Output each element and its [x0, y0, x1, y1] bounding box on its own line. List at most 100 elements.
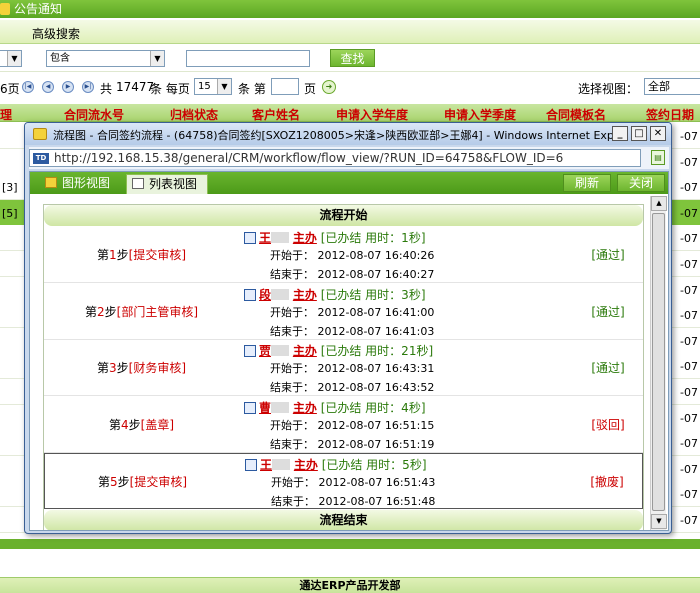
- step-detail: 贾 主办 [已办结 用时：21秒] 开始于： 2012-08-07 16:43:3…: [244, 342, 584, 394]
- step-detail: 段 主办 [已办结 用时：3秒] 开始于： 2012-08-07 16:41:00…: [244, 286, 584, 338]
- tab-bar: 高级搜索: [0, 20, 700, 44]
- step-prefix: 第: [97, 475, 110, 490]
- step-status: [已办结 用时：4秒]: [320, 400, 426, 415]
- handler-role[interactable]: 主办: [293, 344, 317, 358]
- flow-step: 第2步[部门主管审核] 段 主办 [已办结 用时：3秒] 开始于： 2012-08-…: [44, 283, 643, 340]
- step-number: 5: [109, 475, 118, 490]
- scroll-up-icon[interactable]: ▲: [651, 196, 667, 211]
- row-date-cell: -07: [680, 360, 698, 374]
- window-title: 流程图 - 合同签约流程 - (64758)合同签约[SXOZ1208005>宋…: [53, 129, 613, 142]
- step-prefix: 第: [84, 304, 97, 319]
- window-icon: [33, 128, 47, 140]
- prev-page-icon[interactable]: ◀: [42, 81, 54, 93]
- search-button[interactable]: 查找: [330, 49, 375, 67]
- step-end-time: 结束于： 2012-08-07 16:51:48: [271, 495, 436, 509]
- step-suffix: 步: [104, 304, 117, 319]
- column-header[interactable]: 理: [0, 106, 12, 123]
- document-icon: [245, 459, 257, 472]
- row-date-cell: -07: [680, 206, 698, 220]
- close-window-button[interactable]: ✕: [650, 126, 666, 141]
- pager-unit2: 条 第: [238, 82, 266, 96]
- step-handler-line: 王 主办 [已办结 用时：1秒]: [244, 229, 426, 246]
- minimize-button[interactable]: _: [612, 126, 628, 141]
- row-date-cell: -07: [680, 334, 698, 348]
- scrollbar-thumb[interactable]: [652, 213, 665, 511]
- handler-role[interactable]: 主办: [293, 288, 317, 302]
- url-text: http://192.168.15.38/general/CRM/workflo…: [54, 151, 564, 165]
- step-start-time: 开始于： 2012-08-07 16:41:00: [270, 305, 435, 319]
- flow-step: 第4步[盖章] 曹 主办 [已办结 用时：4秒] 开始于： 2012-08-07 1…: [44, 396, 643, 453]
- view-select[interactable]: 全部: [644, 78, 700, 95]
- step-result: [驳回]: [591, 417, 625, 432]
- view-tabs: 图形视图 列表视图 刷新 关闭: [30, 172, 668, 194]
- window-title-bar[interactable]: 流程图 - 合同签约流程 - (64758)合同签约[SXOZ1208005>宋…: [25, 123, 671, 145]
- row-left-cell: [5]: [2, 206, 18, 220]
- step-name: 第4步[盖章]: [44, 416, 239, 433]
- step-start-time: 开始于： 2012-08-07 16:51:15: [270, 418, 435, 432]
- step-suffix: 步: [116, 248, 129, 262]
- step-handler-line: 王 主办 [已办结 用时：5秒]: [245, 456, 427, 473]
- view-label: 选择视图：: [578, 82, 639, 96]
- search-input[interactable]: [186, 50, 310, 67]
- table-header: 理 合同流水号 归档状态 客户姓名 申请入学年度 申请入学季度 合同模板名 签约…: [0, 104, 700, 122]
- vertical-scrollbar[interactable]: ▲ ▼: [650, 196, 667, 530]
- step-name: 第1步[提交审核]: [44, 246, 239, 263]
- flow-step: 第3步[财务审核] 贾 主办 [已办结 用时：21秒] 开始于： 2012-08-0…: [44, 340, 643, 397]
- field-select[interactable]: ▼: [0, 50, 22, 67]
- step-prefix: 第: [108, 417, 121, 432]
- page-icon[interactable]: ▤: [651, 150, 665, 165]
- column-header[interactable]: 申请入学年度: [336, 106, 408, 123]
- url-field[interactable]: TD http://192.168.15.38/general/CRM/work…: [29, 149, 641, 167]
- refresh-button[interactable]: 刷新: [563, 174, 611, 192]
- row-date-cell: -07: [680, 309, 698, 323]
- chevron-down-icon: ▼: [7, 51, 21, 66]
- pager-prefix: 6页: [0, 82, 20, 96]
- scroll-down-icon[interactable]: ▼: [651, 514, 667, 529]
- handler-name[interactable]: 贾: [259, 344, 271, 358]
- row-date-cell: -07: [680, 411, 698, 425]
- page-number-input[interactable]: [271, 78, 299, 95]
- handler-role[interactable]: 主办: [293, 231, 317, 245]
- tab-list-label: 列表视图: [149, 177, 198, 191]
- handler-name[interactable]: 段: [259, 288, 271, 302]
- row-date-cell: -07: [680, 181, 698, 195]
- step-result: [通过]: [591, 304, 625, 319]
- column-header[interactable]: 客户姓名: [252, 106, 300, 123]
- last-page-icon[interactable]: ▶|: [82, 81, 94, 93]
- maximize-button[interactable]: □: [631, 126, 647, 141]
- column-header[interactable]: 申请入学季度: [444, 106, 516, 123]
- blurred-name: [271, 288, 290, 300]
- tab-list-view[interactable]: 列表视图: [126, 174, 208, 194]
- handler-name[interactable]: 王: [259, 231, 271, 245]
- handler-name[interactable]: 曹: [259, 401, 271, 415]
- step-number: 3: [108, 361, 117, 376]
- handler-role[interactable]: 主办: [294, 458, 318, 472]
- flow-view-content: 图形视图 列表视图 刷新 关闭 流程开始 第1步[提交审核] 王 主办 [已办结 …: [29, 171, 669, 531]
- row-date-cell: -07: [680, 155, 698, 169]
- step-label: [提交审核]: [128, 248, 187, 262]
- close-button[interactable]: 关闭: [617, 174, 665, 192]
- document-icon: [244, 345, 256, 358]
- step-prefix: 第: [96, 361, 109, 376]
- step-handler-line: 段 主办 [已办结 用时：3秒]: [244, 286, 426, 303]
- go-page-icon[interactable]: ➜: [322, 80, 336, 94]
- flow-list: 流程开始 第1步[提交审核] 王 主办 [已办结 用时：1秒] 开始于： 2012-…: [43, 204, 644, 530]
- step-start-time: 开始于： 2012-08-07 16:40:26: [270, 249, 435, 262]
- column-header[interactable]: 合同流水号: [64, 106, 124, 123]
- column-header[interactable]: 合同模板名: [546, 106, 606, 123]
- page-size-select[interactable]: 15 ▼: [194, 78, 232, 95]
- row-date-cell: -07: [680, 232, 698, 246]
- column-header[interactable]: 签约日期: [646, 106, 694, 123]
- handler-name[interactable]: 王: [260, 458, 272, 472]
- column-header[interactable]: 归档状态: [170, 106, 218, 123]
- document-icon: [244, 401, 256, 414]
- list-icon: [132, 178, 144, 189]
- operator-select[interactable]: 包含 ▼: [46, 50, 165, 67]
- graph-icon: [45, 177, 57, 188]
- tab-graph-view[interactable]: 图形视图: [40, 174, 122, 194]
- first-page-icon[interactable]: |◀: [22, 81, 34, 93]
- tab-advanced-search[interactable]: 高级搜索: [32, 25, 80, 42]
- flow-start-header: 流程开始: [44, 205, 643, 226]
- handler-role[interactable]: 主办: [293, 401, 317, 415]
- next-page-icon[interactable]: ▶: [62, 81, 74, 93]
